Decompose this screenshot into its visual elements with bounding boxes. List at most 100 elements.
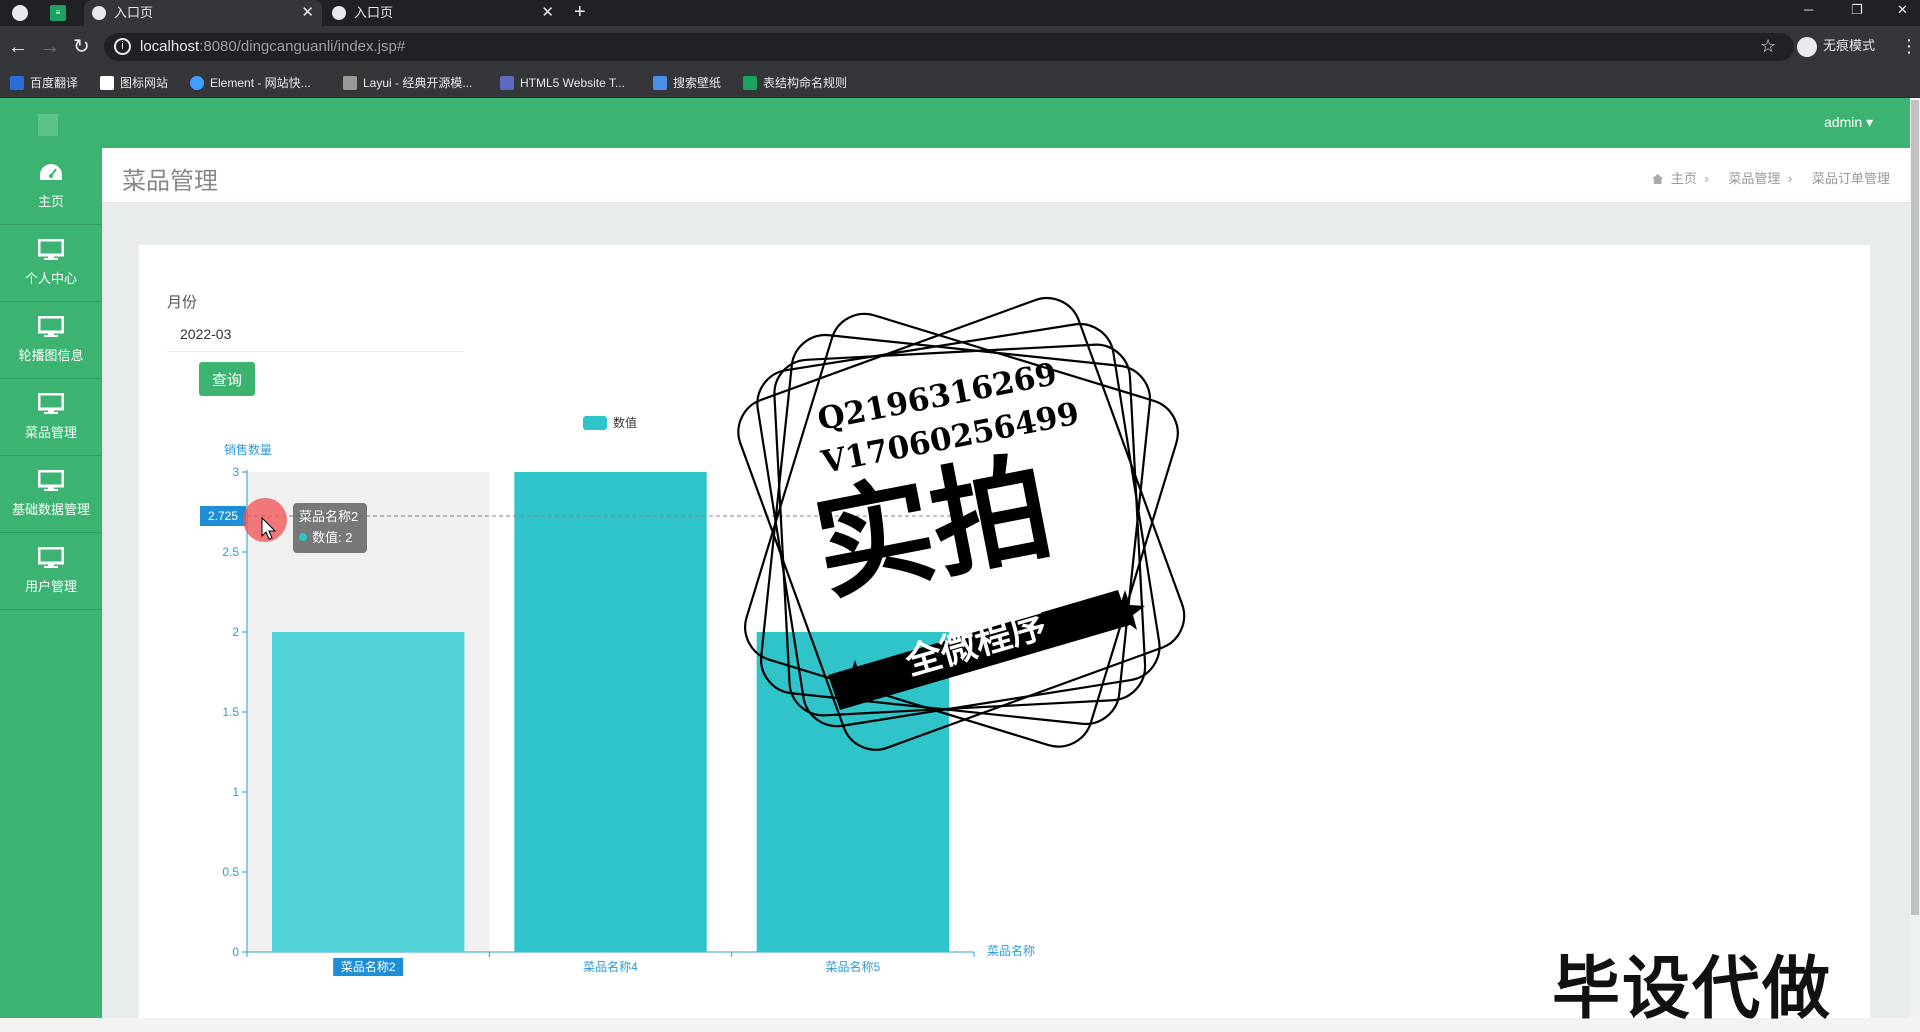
minimize-icon[interactable]: ─ [1804, 0, 1813, 20]
sidebar-item-label: 轮播图信息 [18, 348, 84, 363]
page-header: 菜品管理 主页 › 菜品管理 › 菜品订单管理 [102, 148, 1910, 203]
bookmark-icon [500, 76, 514, 90]
sidebar-item-personal[interactable]: 个人中心 [0, 225, 102, 302]
url-path: :8080/dingcanguanli/index.jsp# [199, 38, 406, 55]
close-icon[interactable]: ✕ [541, 0, 554, 26]
sidebar-item-basic-data[interactable]: 基础数据管理 [0, 456, 102, 533]
url-host: localhost [140, 38, 200, 55]
logo [38, 114, 58, 136]
user-menu[interactable]: admin ▾ [1824, 114, 1873, 131]
x-axis-title: 菜品名称 [987, 943, 1035, 958]
browser-tab-2[interactable]: 入口页 ✕ [324, 0, 562, 26]
info-icon[interactable]: i [114, 38, 131, 55]
y-axis-title: 销售数量 [224, 442, 272, 457]
month-input[interactable] [167, 316, 464, 352]
new-tab-button[interactable]: + [574, 0, 586, 24]
monitor-icon [38, 547, 64, 568]
sidebar-item-users[interactable]: 用户管理 [0, 533, 102, 610]
breadcrumb-item: 菜品订单管理 [1811, 171, 1890, 186]
tooltip-title: 菜品名称2 [299, 509, 358, 524]
y-tick-label: 1.5 [222, 705, 239, 719]
bookmark-label: 百度翻译 [30, 76, 79, 90]
flag-icon [100, 76, 114, 90]
y-tick-label: 3 [232, 465, 239, 479]
bookmark-label: HTML5 Website T... [520, 76, 625, 90]
x-tick-label: 菜品名称2 [341, 959, 396, 974]
app-icon[interactable]: ≡ [50, 5, 66, 21]
bookmark-item[interactable]: 搜索壁纸 [653, 74, 721, 92]
bookmark-item[interactable]: 表结构命名规则 [743, 74, 847, 92]
sidebar-item-label: 主页 [37, 194, 64, 209]
sidebar-item-home[interactable]: 主页 [0, 148, 102, 225]
breadcrumb-item[interactable]: 菜品管理 [1728, 171, 1780, 186]
browser-tab-1[interactable]: 入口页 ✕ [84, 0, 322, 26]
axis-pointer-value: 2.725 [208, 509, 238, 523]
app-header: admin ▾ [0, 98, 1920, 148]
breadcrumb-item[interactable]: 主页 [1671, 171, 1697, 186]
bookmark-icon [190, 76, 204, 90]
watermark-ribbon-text: 全微程序 [900, 604, 1051, 684]
menu-icon[interactable]: ⋮ [1900, 36, 1918, 57]
watermark-stamp: Q2196316269 V17060256499 实拍 全微程序 [737, 296, 1186, 751]
sidebar-item-carousel[interactable]: 轮播图信息 [0, 302, 102, 379]
back-icon[interactable]: ← [8, 35, 28, 59]
close-icon[interactable]: ✕ [301, 0, 314, 26]
dashboard-icon [40, 164, 62, 180]
bookmark-label: 搜索壁纸 [673, 76, 722, 90]
bar[interactable] [514, 472, 707, 952]
incognito-indicator[interactable]: 无痕模式 [1797, 35, 1875, 57]
monitor-icon [38, 470, 64, 491]
y-tick-label: 2 [232, 625, 239, 639]
x-tick-label: 菜品名称4 [583, 959, 638, 974]
star-icon[interactable]: ☆ [1760, 36, 1776, 57]
watermark-bottom: 毕设代做 [1552, 950, 1833, 1029]
globe-icon[interactable] [12, 5, 28, 21]
caret-down-icon: ▾ [1866, 114, 1874, 130]
page-title: 菜品管理 [122, 168, 218, 195]
bookmark-item[interactable]: Element - 网站快... [190, 74, 311, 92]
restore-icon[interactable]: ❐ [1851, 0, 1863, 20]
bookmark-icon [10, 76, 24, 90]
forward-icon[interactable]: → [40, 35, 60, 59]
globe-icon [332, 6, 346, 20]
sidebar-item-label: 菜品管理 [24, 425, 77, 440]
monitor-icon [38, 393, 64, 414]
sidebar-item-label: 用户管理 [24, 579, 77, 594]
bookmark-label: 图标网站 [120, 76, 169, 90]
chevron-right-icon: › [1704, 171, 1709, 186]
close-window-icon[interactable]: ✕ [1897, 0, 1908, 20]
bookmark-label: 表结构命名规则 [763, 76, 848, 90]
month-label: 月份 [167, 294, 198, 311]
bookmark-item[interactable]: Layui - 经典开源模... [343, 74, 472, 92]
bookmark-item[interactable]: 图标网站 [100, 74, 168, 92]
chevron-right-icon: › [1788, 171, 1793, 186]
url-text[interactable]: localhost:8080/dingcanguanli/index.jsp# [140, 37, 405, 57]
x-tick-label: 菜品名称5 [825, 959, 880, 974]
y-tick-label: 0.5 [222, 865, 239, 879]
query-button[interactable]: 查询 [199, 362, 255, 396]
legend-label[interactable]: 数值 [613, 415, 637, 430]
bookmark-icon [653, 76, 667, 90]
scrollbar-thumb[interactable] [1911, 100, 1919, 915]
tooltip-marker [299, 533, 307, 541]
bookmark-icon [743, 76, 757, 90]
user-name: admin [1824, 114, 1863, 130]
home-icon [1652, 174, 1664, 184]
sidebar-item-label: 个人中心 [24, 271, 77, 286]
bookmark-item[interactable]: 百度翻译 [10, 74, 78, 92]
y-tick-label: 2.5 [222, 545, 239, 559]
tab-title: 入口页 [114, 5, 154, 20]
monitor-icon [38, 239, 64, 260]
sidebar: 主页 个人中心 轮播图信息 菜品管理 基础数据管理 用户管理 [0, 148, 102, 1018]
y-tick-label: 0 [232, 945, 239, 959]
incognito-icon [1797, 36, 1817, 57]
tooltip-line: 数值: 2 [312, 530, 352, 545]
incognito-label: 无痕模式 [1823, 38, 1876, 53]
bar[interactable] [272, 632, 465, 952]
legend-swatch[interactable] [583, 416, 607, 430]
bookmark-item[interactable]: HTML5 Website T... [500, 74, 625, 92]
globe-icon [92, 6, 106, 20]
bookmark-label: Layui - 经典开源模... [363, 76, 473, 90]
reload-icon[interactable]: ↻ [73, 35, 90, 59]
sidebar-item-dishes[interactable]: 菜品管理 [0, 379, 102, 456]
